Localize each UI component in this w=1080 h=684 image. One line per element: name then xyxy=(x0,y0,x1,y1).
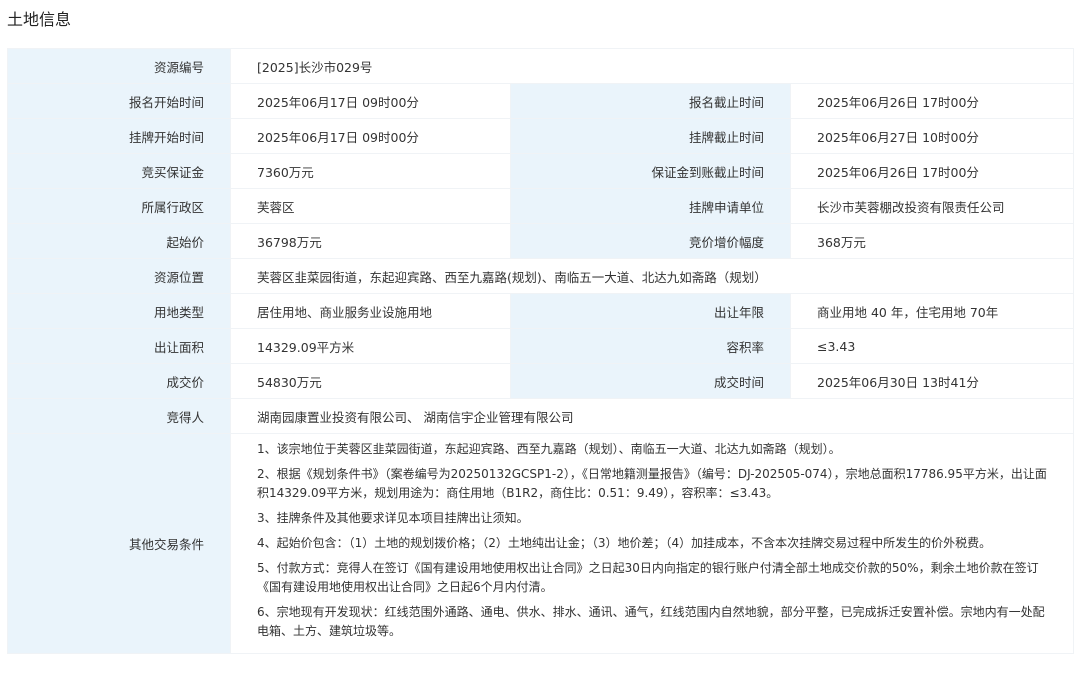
table-row: 所属行政区 芙蓉区 挂牌申请单位 长沙市芙蓉棚改投资有限责任公司 xyxy=(7,188,1075,224)
condition-item: 5、付款方式：竞得人在签订《国有建设用地使用权出让合同》之日起30日内向指定的银… xyxy=(257,561,1039,594)
field-label: 报名开始时间 xyxy=(7,83,231,119)
field-label: 竞价增价幅度 xyxy=(510,223,791,259)
condition-item: 3、挂牌条件及其他要求详见本项目挂牌出让须知。 xyxy=(257,511,529,525)
condition-item: 1、该宗地位于芙蓉区韭菜园街道，东起迎宾路、西至九嘉路（规划）、南临五一大道、北… xyxy=(257,442,841,456)
field-value: 2025年06月26日 17时00分 xyxy=(789,153,1075,189)
table-row: 挂牌开始时间 2025年06月17日 09时00分 挂牌截止时间 2025年06… xyxy=(7,118,1075,154)
field-label: 挂牌开始时间 xyxy=(7,118,231,154)
field-label: 其他交易条件 xyxy=(7,433,231,654)
field-value: 54830万元 xyxy=(230,363,511,399)
page-title: 土地信息 xyxy=(7,10,72,29)
field-value: 2025年06月27日 10时00分 xyxy=(789,118,1075,154)
field-value: 长沙市芙蓉棚改投资有限责任公司 xyxy=(789,188,1075,224)
field-value: 芙蓉区 xyxy=(230,188,511,224)
table-row: 资源位置 芙蓉区韭菜园街道，东起迎宾路、西至九嘉路(规划)、南临五一大道、北达九… xyxy=(7,258,1075,294)
field-label: 成交价 xyxy=(7,363,231,399)
field-value: 2025年06月30日 13时41分 xyxy=(789,363,1075,399)
table-row: 成交价 54830万元 成交时间 2025年06月30日 13时41分 xyxy=(7,363,1075,399)
table-row: 起始价 36798万元 竞价增价幅度 368万元 xyxy=(7,223,1075,259)
field-label: 保证金到账截止时间 xyxy=(510,153,791,189)
field-label: 起始价 xyxy=(7,223,231,259)
field-value: 2025年06月26日 17时00分 xyxy=(789,83,1075,119)
field-label: 出让年限 xyxy=(510,293,791,329)
field-label: 挂牌申请单位 xyxy=(510,188,791,224)
field-label: 报名截止时间 xyxy=(510,83,791,119)
table-row: 竞得人 湖南园康置业投资有限公司、 湖南信宇企业管理有限公司 xyxy=(7,398,1075,434)
field-value: 商业用地 40 年，住宅用地 70年 xyxy=(789,293,1075,329)
field-label: 成交时间 xyxy=(510,363,791,399)
field-label: 用地类型 xyxy=(7,293,231,329)
field-label: 挂牌截止时间 xyxy=(510,118,791,154)
field-label: 资源编号 xyxy=(7,48,231,84)
condition-item: 2、根据《规划条件书》（案卷编号为20250132GCSP1-2），《日常地籍测… xyxy=(257,467,1047,500)
field-label: 所属行政区 xyxy=(7,188,231,224)
field-value: 2025年06月17日 09时00分 xyxy=(230,118,511,154)
other-conditions-list: 1、该宗地位于芙蓉区韭菜园街道，东起迎宾路、西至九嘉路（规划）、南临五一大道、北… xyxy=(229,433,1075,654)
field-value: 2025年06月17日 09时00分 xyxy=(230,83,511,119)
field-value: 14329.09平方米 xyxy=(230,328,511,364)
field-value: 芙蓉区韭菜园街道，东起迎宾路、西至九嘉路(规划)、南临五一大道、北达九如斋路（规… xyxy=(229,258,1075,294)
field-label: 出让面积 xyxy=(7,328,231,364)
table-row: 资源编号 [2025]长沙市029号 xyxy=(7,48,1075,84)
condition-item: 4、起始价包含：（1）土地的规划拨价格；（2）土地纯出让金；（3）地价差；（4）… xyxy=(257,536,992,550)
land-info-table: 资源编号 [2025]长沙市029号 报名开始时间 2025年06月17日 09… xyxy=(7,48,1075,654)
field-value: 居住用地、商业服务业设施用地 xyxy=(230,293,511,329)
table-row: 其他交易条件 1、该宗地位于芙蓉区韭菜园街道，东起迎宾路、西至九嘉路（规划）、南… xyxy=(7,433,1075,654)
field-value: 368万元 xyxy=(789,223,1075,259)
field-value: 湖南园康置业投资有限公司、 湖南信宇企业管理有限公司 xyxy=(229,398,1075,434)
table-row: 竞买保证金 7360万元 保证金到账截止时间 2025年06月26日 17时00… xyxy=(7,153,1075,189)
table-row: 报名开始时间 2025年06月17日 09时00分 报名截止时间 2025年06… xyxy=(7,83,1075,119)
field-value: 7360万元 xyxy=(230,153,511,189)
field-value: 36798万元 xyxy=(230,223,511,259)
field-label: 竞得人 xyxy=(7,398,231,434)
condition-item: 6、宗地现有开发现状：红线范围外通路、通电、供水、排水、通讯、通气，红线范围内自… xyxy=(257,605,1045,638)
field-label: 资源位置 xyxy=(7,258,231,294)
field-label: 容积率 xyxy=(510,328,791,364)
field-label: 竞买保证金 xyxy=(7,153,231,189)
field-value: ≤3.43 xyxy=(789,328,1075,364)
table-row: 出让面积 14329.09平方米 容积率 ≤3.43 xyxy=(7,328,1075,364)
table-row: 用地类型 居住用地、商业服务业设施用地 出让年限 商业用地 40 年，住宅用地 … xyxy=(7,293,1075,329)
field-value: [2025]长沙市029号 xyxy=(229,48,1075,84)
